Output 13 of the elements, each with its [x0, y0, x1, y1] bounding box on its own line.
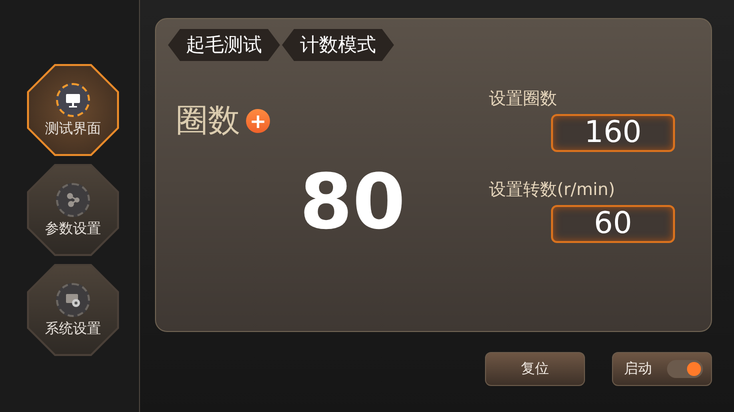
toggle-switch[interactable] [667, 360, 703, 378]
nav-item[interactable]: 系统设置 [27, 264, 119, 356]
setting-label: 设置圈数 [489, 88, 558, 110]
start-button[interactable]: 启动 [612, 352, 712, 386]
start-label: 启动 [624, 360, 652, 378]
input-field[interactable]: 60 [551, 205, 675, 243]
nav-item[interactable]: 测试界面 [27, 64, 119, 156]
nav-item[interactable]: 参数设置 [27, 164, 119, 256]
count-value: 80 [300, 157, 406, 246]
counter-label: 圈数 [176, 100, 240, 141]
setting-label: 设置转数(r/min) [489, 179, 616, 201]
reset-button[interactable]: 复位 [485, 352, 585, 386]
input-field[interactable]: 160 [551, 114, 675, 152]
